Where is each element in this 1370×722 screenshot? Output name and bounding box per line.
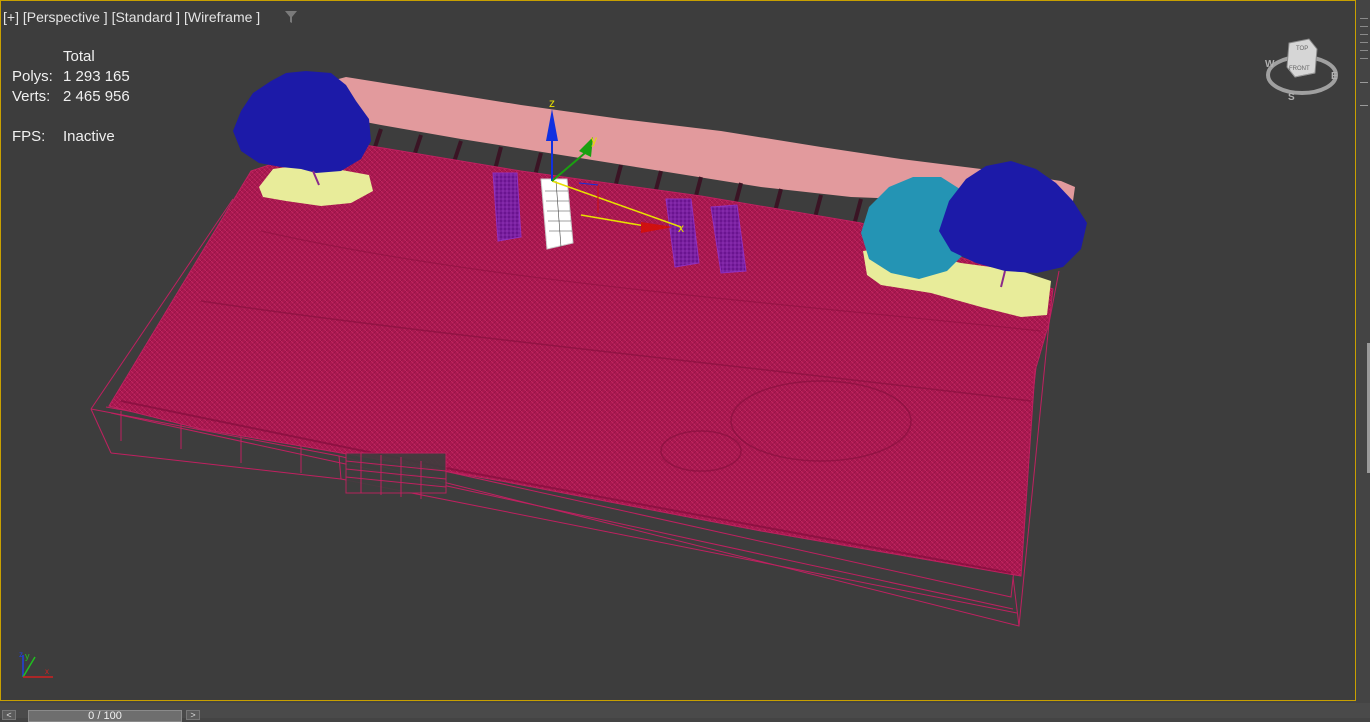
viewport-pov-menu[interactable]: [Perspective ] [23,9,108,25]
viewport-label-menu: [+] [Perspective ] [Standard ] [Wirefram… [3,9,260,25]
viewcube-icon[interactable]: TOP FRONT W S E [1263,35,1343,105]
gizmo-x-label: x [678,221,684,235]
perspective-viewport[interactable]: x y z [+] [Perspective ] [Standard ] [Wi… [0,0,1356,701]
stats-total-header: Total [63,48,95,65]
bench-1 [492,172,522,242]
scene-wireframe[interactable]: x y z [1,1,1356,701]
viewport-plus-menu[interactable]: [+] [3,9,19,25]
timeline-next-button[interactable]: > [186,710,200,720]
viewcube-front-label: FRONT [1289,66,1310,72]
svg-text:y: y [25,651,30,661]
world-axis-tripod-icon: y z x [19,650,53,678]
front-steps [345,452,447,499]
gizmo-y-label: y [591,133,597,147]
svg-text:z: z [19,650,23,659]
viewport-shading-mode-menu[interactable]: [Standard ] [112,9,181,25]
verts-value: 2 465 956 [63,88,130,105]
viewcube-south-label: S [1288,92,1295,103]
viewcube-east-label: E [1331,71,1338,82]
viewcube-top-label: TOP [1296,46,1308,52]
verts-label: Verts: [12,88,51,105]
bench-2-selected [540,178,574,250]
filter-icon[interactable] [284,10,298,24]
scene-statistics: Total Polys: 1 293 165 Verts: 2 465 956 FP… [12,48,130,148]
polys-label: Polys: [12,68,53,85]
fps-label: FPS: [12,128,46,145]
right-side-toolbar [1356,0,1370,718]
viewport-display-mode-menu[interactable]: [Wireframe ] [184,9,260,25]
time-slider[interactable]: 0 / 100 [28,710,182,722]
time-slider-bar: < 0 / 100 > [0,703,1370,722]
polys-value: 1 293 165 [63,68,130,85]
scroll-marker[interactable] [1360,82,1368,106]
svg-text:x: x [45,667,49,676]
viewcube-west-label: W [1265,59,1275,70]
fps-value: Inactive [63,128,115,145]
gizmo-z-label: z [549,96,555,110]
timeline-prev-button[interactable]: < [2,710,16,720]
